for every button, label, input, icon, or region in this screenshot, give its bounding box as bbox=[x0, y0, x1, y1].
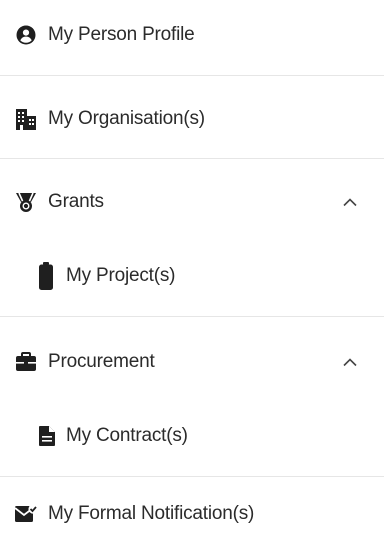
divider bbox=[0, 316, 384, 317]
person-circle-icon bbox=[14, 23, 38, 47]
side-menu: My Person Profile My Organisation(s) Gra… bbox=[0, 0, 384, 541]
divider bbox=[0, 158, 384, 159]
grant-ribbon-icon bbox=[14, 190, 38, 214]
divider bbox=[0, 75, 384, 76]
menu-item-my-person-profile[interactable]: My Person Profile bbox=[0, 0, 384, 70]
menu-item-my-projects[interactable]: My Project(s) bbox=[0, 238, 384, 314]
menu-item-label: My Project(s) bbox=[66, 265, 176, 286]
menu-item-my-contracts[interactable]: My Contract(s) bbox=[0, 400, 384, 472]
menu-item-label: Procurement bbox=[48, 351, 155, 372]
menu-item-label: My Person Profile bbox=[48, 24, 195, 45]
menu-item-my-formal-notifications[interactable]: My Formal Notification(s) bbox=[0, 486, 384, 541]
battery-icon bbox=[36, 262, 56, 290]
menu-item-label: My Contract(s) bbox=[66, 425, 188, 446]
chevron-up-icon[interactable] bbox=[342, 194, 358, 210]
menu-item-my-organisations[interactable]: My Organisation(s) bbox=[0, 84, 384, 154]
document-icon bbox=[38, 424, 56, 448]
menu-item-label: My Formal Notification(s) bbox=[48, 502, 255, 524]
building-icon bbox=[14, 107, 38, 131]
menu-item-procurement[interactable]: Procurement bbox=[0, 326, 384, 398]
chevron-up-icon[interactable] bbox=[342, 354, 358, 370]
menu-item-grants[interactable]: Grants bbox=[0, 166, 384, 238]
menu-item-label: Grants bbox=[48, 191, 104, 212]
briefcase-icon bbox=[14, 350, 38, 374]
menu-item-label: My Organisation(s) bbox=[48, 108, 205, 129]
divider bbox=[0, 476, 384, 477]
mail-check-icon bbox=[14, 502, 38, 526]
